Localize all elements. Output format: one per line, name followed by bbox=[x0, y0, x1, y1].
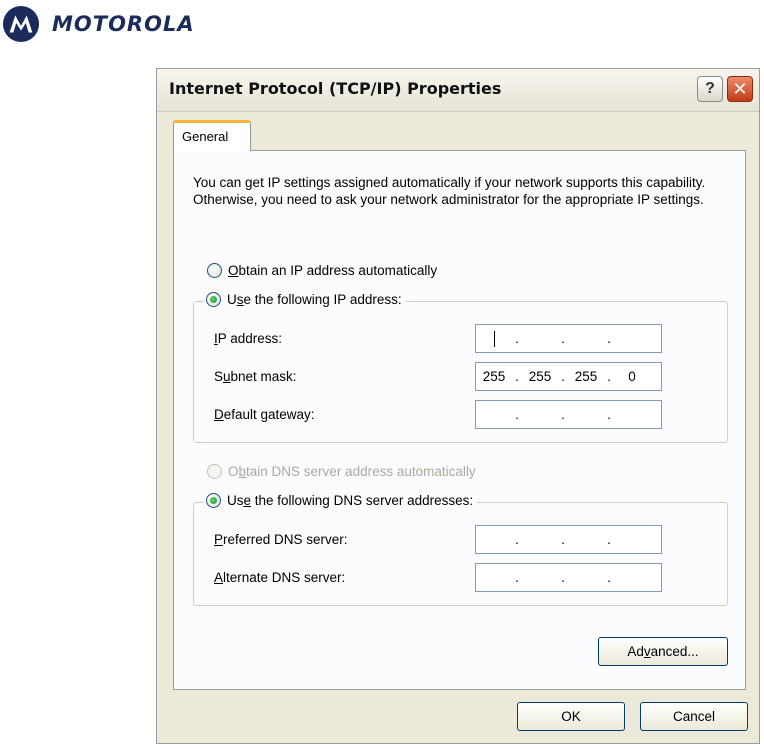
ip-address-input[interactable]: . . . bbox=[475, 324, 662, 353]
intro-text: You can get IP settings assigned automat… bbox=[193, 175, 706, 207]
default-gateway-label: Default gateway: bbox=[214, 407, 315, 422]
tab-general[interactable]: General bbox=[173, 120, 251, 151]
text-caret bbox=[493, 330, 495, 347]
subnet-octet-4: 0 bbox=[628, 369, 636, 384]
default-gateway-input[interactable]: . . . bbox=[475, 400, 662, 429]
obtain-ip-auto-radio[interactable] bbox=[207, 263, 222, 278]
subnet-octet-1: 255 bbox=[482, 369, 506, 384]
motorola-logo-icon bbox=[2, 5, 40, 43]
obtain-ip-auto-option[interactable]: Obtain an IP address automatically bbox=[207, 263, 437, 278]
alternate-dns-label: Alternate DNS server: bbox=[214, 570, 346, 585]
obtain-dns-auto-option: Obtain DNS server address automatically bbox=[207, 464, 476, 479]
use-following-ip-option[interactable]: Use the following IP address: bbox=[204, 292, 406, 307]
brand-wordmark: MOTOROLA bbox=[52, 12, 195, 36]
help-icon: ? bbox=[705, 80, 715, 97]
ip-octet-1 bbox=[476, 330, 512, 347]
preferred-dns-label: Preferred DNS server: bbox=[214, 532, 348, 547]
motorola-brand: MOTOROLA bbox=[2, 4, 195, 44]
obtain-ip-auto-label: Obtain an IP address automatically bbox=[228, 263, 438, 278]
use-following-dns-radio[interactable] bbox=[206, 493, 221, 508]
ok-button[interactable]: OK bbox=[517, 702, 625, 731]
obtain-dns-auto-label: Obtain DNS server address automatically bbox=[228, 464, 476, 479]
subnet-octet-2: 255 bbox=[528, 369, 552, 384]
advanced-button[interactable]: Advanced... bbox=[598, 637, 728, 666]
close-icon: ✕ bbox=[732, 78, 748, 99]
use-following-dns-label: Use the following DNS server addresses: bbox=[227, 493, 474, 508]
cancel-button[interactable]: Cancel bbox=[640, 702, 748, 731]
use-following-ip-label: Use the following IP address: bbox=[227, 292, 402, 307]
subnet-mask-input[interactable]: 255. 255. 255. 0 bbox=[475, 362, 662, 391]
general-tab-panel: You can get IP settings assigned automat… bbox=[173, 150, 746, 690]
use-following-ip-radio[interactable] bbox=[206, 292, 221, 307]
preferred-dns-input[interactable]: . . . bbox=[475, 525, 662, 554]
subnet-octet-3: 255 bbox=[574, 369, 598, 384]
help-button[interactable]: ? bbox=[697, 76, 723, 102]
obtain-dns-auto-radio bbox=[207, 464, 222, 479]
ip-address-label: IP address: bbox=[214, 331, 283, 346]
alternate-dns-input[interactable]: . . . bbox=[475, 563, 662, 592]
use-following-dns-option[interactable]: Use the following DNS server addresses: bbox=[204, 493, 478, 508]
tcpip-properties-dialog: Internet Protocol (TCP/IP) Properties ? … bbox=[156, 68, 760, 744]
close-button[interactable]: ✕ bbox=[727, 76, 753, 102]
subnet-mask-label: Subnet mask: bbox=[214, 369, 297, 384]
advanced-button-label: Advanced... bbox=[627, 644, 699, 659]
title-bar[interactable]: Internet Protocol (TCP/IP) Properties ? … bbox=[157, 69, 759, 112]
dialog-title: Internet Protocol (TCP/IP) Properties bbox=[169, 79, 502, 98]
